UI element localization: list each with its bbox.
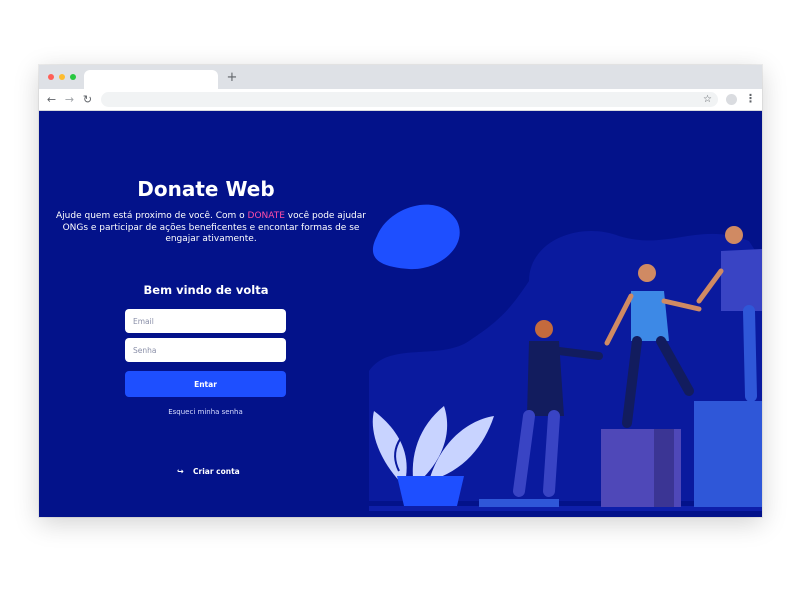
email-input[interactable] bbox=[125, 309, 286, 333]
reload-icon: ↻ bbox=[82, 93, 93, 106]
description-text-start: Ajude quem está proximo de você. Com o bbox=[56, 211, 248, 221]
login-arrow-icon: ↪ bbox=[177, 467, 184, 476]
app-description: Ajude quem está proximo de você. Com o D… bbox=[51, 211, 371, 246]
blue-blob bbox=[372, 204, 460, 270]
welcome-heading: Bem vindo de volta bbox=[143, 283, 269, 297]
plus-icon: + bbox=[226, 70, 238, 85]
login-button[interactable]: Entar bbox=[125, 371, 286, 397]
maximize-window-button[interactable] bbox=[70, 74, 76, 80]
close-window-button[interactable] bbox=[48, 74, 54, 80]
bookmark-button[interactable]: ☆ bbox=[703, 93, 712, 106]
star-icon: ☆ bbox=[703, 94, 712, 105]
helping-hands-illustration bbox=[369, 204, 762, 511]
password-input[interactable] bbox=[125, 338, 286, 362]
arrow-right-icon: → bbox=[64, 93, 75, 106]
login-panel: Donate Web Ajude quem está proximo de vo… bbox=[39, 111, 379, 517]
plant-pot bbox=[397, 476, 464, 506]
browser-menu-button[interactable]: ⋮ bbox=[745, 92, 756, 106]
minimize-window-button[interactable] bbox=[59, 74, 65, 80]
new-tab-button[interactable]: + bbox=[225, 70, 239, 86]
profile-avatar[interactable] bbox=[726, 94, 737, 105]
brand-highlight: DONATE bbox=[247, 211, 285, 221]
page-content: Donate Web Ajude quem está proximo de vo… bbox=[39, 111, 762, 517]
kebab-menu-icon: ⋮ bbox=[745, 92, 756, 105]
browser-toolbar: ← → ↻ ☆ ⋮ bbox=[39, 89, 762, 111]
create-account-label: Criar conta bbox=[193, 467, 240, 476]
browser-tab[interactable] bbox=[84, 70, 218, 89]
address-bar[interactable] bbox=[101, 92, 718, 107]
arrow-left-icon: ← bbox=[46, 93, 57, 106]
back-button[interactable]: ← bbox=[45, 93, 58, 106]
forgot-password-link[interactable]: Esqueci minha senha bbox=[125, 408, 286, 416]
browser-tab-bar: + bbox=[39, 65, 762, 89]
app-title: Donate Web bbox=[137, 177, 275, 201]
forward-button[interactable]: → bbox=[63, 93, 76, 106]
create-account-link[interactable]: ↪ Criar conta bbox=[177, 466, 247, 478]
reload-button[interactable]: ↻ bbox=[81, 93, 94, 106]
browser-window: + ← → ↻ ☆ ⋮ Donate Web Ajude quem está p… bbox=[39, 65, 762, 517]
